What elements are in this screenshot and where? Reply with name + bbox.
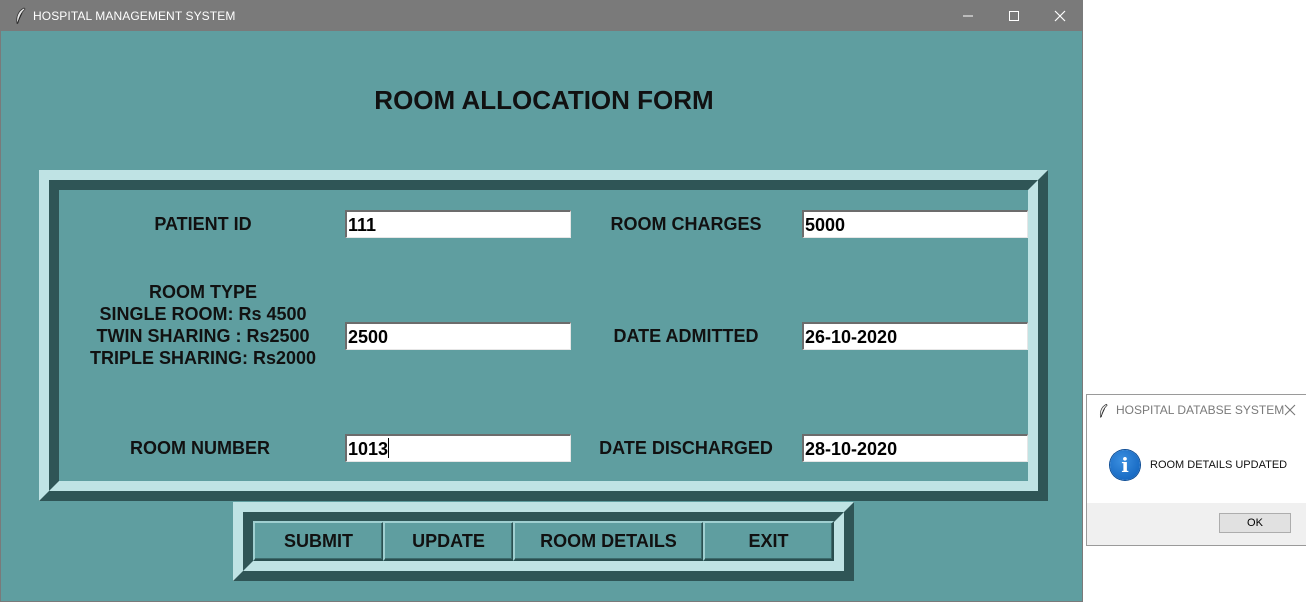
room-type-twin: TWIN SHARING : Rs2500 [96,326,310,346]
date-discharged-label: DATE DISCHARGED [599,438,773,458]
feather-icon [1099,403,1108,418]
minimize-button[interactable] [945,1,991,31]
date-discharged-field[interactable] [802,434,1028,462]
maximize-icon [1009,11,1019,21]
submit-button[interactable]: SUBMIT [253,521,384,561]
info-icon: i [1110,450,1140,480]
text-caret [388,438,390,458]
ok-button[interactable]: OK [1219,513,1291,533]
close-icon [1054,10,1066,22]
dialog-message: ROOM DETAILS UPDATED [1150,459,1288,471]
room-number-value: 1013 [348,439,389,459]
dialog-title: HOSPITAL DATABSE SYSTEM [1116,403,1285,417]
room-type-title: ROOM TYPE [148,282,257,302]
dialog-footer: OK [1087,503,1306,545]
room-type-field[interactable] [345,322,571,350]
minimize-icon [963,15,973,17]
date-admitted-label: DATE ADMITTED [613,326,759,346]
feather-icon [16,7,26,25]
message-dialog: HOSPITAL DATABSE SYSTEM i ROOM DETAILS U… [1086,394,1306,546]
close-button[interactable] [1037,1,1083,31]
room-charges-field[interactable] [802,210,1028,238]
title-bar[interactable]: HOSPITAL MANAGEMENT SYSTEM [1,1,1082,31]
patient-id-label: PATIENT ID [154,214,252,234]
update-button[interactable]: UPDATE [383,521,514,561]
room-type-label: ROOM TYPE SINGLE ROOM: Rs 4500 TWIN SHAR… [73,281,333,369]
room-type-single: SINGLE ROOM: Rs 4500 [99,304,307,324]
room-charges-label: ROOM CHARGES [610,214,762,234]
maximize-button[interactable] [991,1,1037,31]
window-title: HOSPITAL MANAGEMENT SYSTEM [33,9,236,23]
room-number-field[interactable]: 1013 [345,434,571,462]
date-admitted-field[interactable] [802,322,1028,350]
main-window: HOSPITAL MANAGEMENT SYSTEM ROOM ALLOCATI… [0,0,1083,602]
room-type-triple: TRIPLE SHARING: Rs2000 [89,348,317,368]
form-heading: ROOM ALLOCATION FORM [374,85,714,115]
close-icon[interactable] [1283,403,1297,417]
room-details-button[interactable]: ROOM DETAILS [513,521,704,561]
room-number-label: ROOM NUMBER [130,438,270,458]
exit-button[interactable]: EXIT [703,521,834,561]
patient-id-field[interactable] [345,210,571,238]
